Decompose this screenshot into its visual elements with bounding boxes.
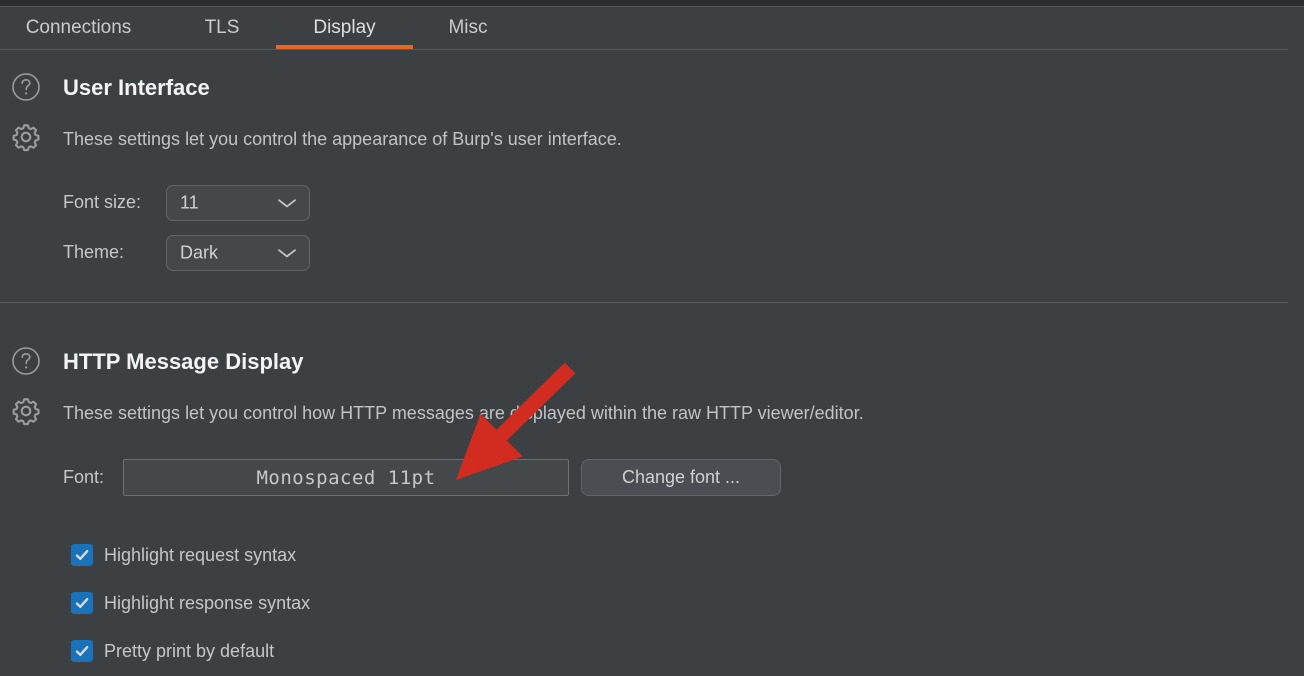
theme-value: Dark (180, 242, 219, 263)
section-description-user-interface: These settings let you control the appea… (63, 129, 622, 149)
tab-tls[interactable]: TLS (177, 7, 267, 49)
change-font-button-label: Change font ... (621, 467, 741, 487)
highlight-response-syntax-label: Highlight response syntax (104, 592, 311, 613)
question-circle-icon[interactable] (9, 70, 43, 104)
highlight-request-syntax-checkbox[interactable] (71, 544, 93, 566)
checkbox-row-pretty-print-by-default[interactable]: Pretty print by default (71, 640, 274, 662)
highlight-request-syntax-label: Highlight request syntax (104, 544, 297, 565)
gear-icon[interactable] (9, 394, 43, 428)
font-size-dropdown[interactable]: 11 (166, 185, 310, 221)
theme-dropdown[interactable]: Dark (166, 235, 310, 271)
question-circle-icon[interactable] (9, 344, 43, 378)
theme-label: Theme: (63, 242, 125, 262)
gear-icon[interactable] (9, 120, 43, 154)
tab-tls-label: TLS (204, 17, 240, 38)
change-font-button[interactable]: Change font ... (581, 459, 781, 496)
tab-connections[interactable]: Connections (0, 7, 157, 49)
tab-connections-label: Connections (25, 17, 132, 38)
font-value-text: Monospaced 11pt (256, 466, 436, 489)
tab-display-label: Display (313, 17, 376, 38)
highlight-response-syntax-checkbox[interactable] (71, 592, 93, 614)
font-value-field[interactable]: Monospaced 11pt (123, 459, 569, 496)
font-size-value: 11 (180, 192, 199, 213)
checkbox-row-highlight-request-syntax[interactable]: Highlight request syntax (71, 544, 296, 566)
pretty-print-by-default-checkbox[interactable] (71, 640, 93, 662)
chevron-down-icon (276, 196, 298, 210)
chevron-down-icon (276, 246, 298, 260)
tab-display[interactable]: Display (276, 7, 413, 49)
tab-misc-label: Misc (448, 17, 488, 38)
section-description-http-message-display: These settings let you control how HTTP … (63, 403, 864, 423)
tab-misc[interactable]: Misc (418, 7, 518, 49)
section-title-user-interface: User Interface (63, 75, 210, 100)
settings-tab-bar: Connections TLS Display Misc (0, 7, 1304, 49)
font-size-label: Font size: (63, 192, 142, 212)
font-label: Font: (63, 467, 105, 487)
checkbox-row-highlight-response-syntax[interactable]: Highlight response syntax (71, 592, 310, 614)
pretty-print-by-default-label: Pretty print by default (104, 640, 275, 661)
section-title-http-message-display: HTTP Message Display (63, 349, 304, 374)
right-gutter (1288, 7, 1304, 676)
section-divider (0, 302, 1288, 303)
settings-content-panel: User Interface These settings let you co… (0, 50, 1288, 676)
